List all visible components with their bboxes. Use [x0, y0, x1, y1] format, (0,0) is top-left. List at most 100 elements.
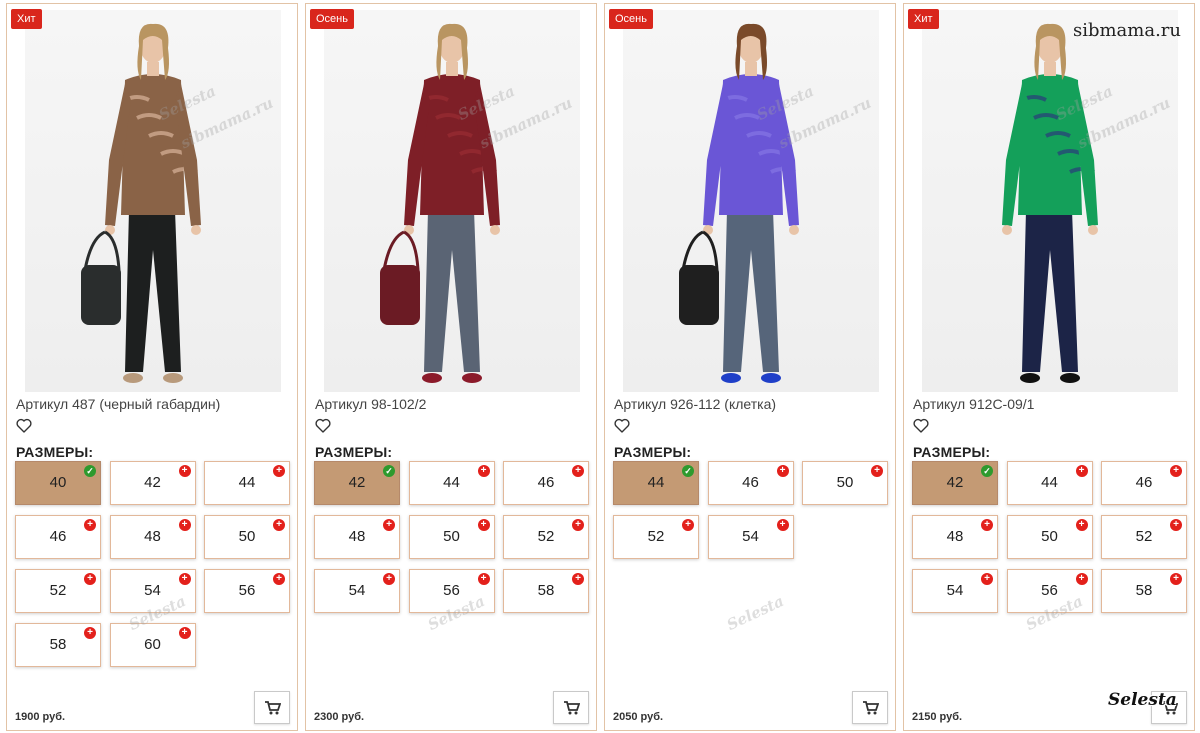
product-photo[interactable] [324, 10, 580, 392]
site-watermark: sibmama.ru [1072, 20, 1181, 41]
heart-outline-icon[interactable] [315, 418, 333, 434]
model-illustration [81, 23, 201, 383]
check-circle-icon: ✓ [981, 465, 993, 477]
plus-circle-icon: + [1170, 519, 1182, 531]
plus-circle-icon: + [1170, 465, 1182, 477]
plus-circle-icon: + [572, 465, 584, 477]
size-option[interactable]: 44 + [1006, 461, 1093, 505]
plus-circle-icon: + [383, 573, 395, 585]
sizes-label: РАЗМЕРЫ: [16, 444, 94, 460]
size-option[interactable]: 50 + [408, 515, 495, 559]
model-illustration [380, 23, 500, 383]
product-title[interactable]: Артикул 926-112 (клетка) [614, 396, 889, 412]
product-photo[interactable] [25, 10, 281, 392]
size-value: 50 [1041, 528, 1058, 545]
sizes-label: РАЗМЕРЫ: [614, 444, 692, 460]
size-value: 60 [144, 636, 161, 653]
size-option[interactable]: 56 + [408, 569, 495, 613]
size-option[interactable]: 58 + [503, 569, 589, 613]
shopping-cart-icon [564, 701, 580, 715]
product-badge: Осень [609, 9, 653, 29]
model-illustration [1002, 23, 1098, 383]
plus-circle-icon: + [178, 627, 191, 639]
size-option[interactable]: 46 + [1101, 461, 1187, 505]
size-value: 46 [1135, 474, 1153, 491]
size-option[interactable]: 54 + [314, 569, 400, 613]
size-option[interactable]: 46 + [503, 461, 589, 505]
size-option[interactable]: 42 + [109, 461, 196, 505]
size-option[interactable]: 48 + [314, 515, 400, 559]
size-option[interactable]: 50 + [204, 515, 290, 559]
size-value: 52 [647, 528, 665, 545]
heart-outline-icon[interactable] [16, 418, 34, 434]
check-circle-icon: ✓ [383, 465, 395, 477]
size-option[interactable]: 54 + [707, 515, 794, 559]
size-value: 48 [144, 528, 161, 545]
product-badge: Хит [11, 9, 42, 29]
size-value: 46 [49, 528, 67, 545]
size-option[interactable]: 50 + [802, 461, 888, 505]
plus-circle-icon: + [273, 519, 285, 531]
product-photo[interactable] [922, 10, 1178, 392]
size-option[interactable]: 50 + [1006, 515, 1093, 559]
size-value: 54 [946, 582, 964, 599]
size-option[interactable]: 60 + [109, 623, 196, 667]
plus-circle-icon: + [477, 519, 490, 531]
size-option[interactable]: 56 + [204, 569, 290, 613]
plus-circle-icon: + [477, 465, 490, 477]
size-option[interactable]: 46 + [15, 515, 101, 559]
add-to-cart-button[interactable] [254, 691, 290, 724]
product-title[interactable]: Артикул 98-102/2 [315, 396, 590, 412]
size-options: 42 ✓ 44 + 46 +48 + 50 +52 + 54 +56 +58 + [314, 461, 594, 681]
check-circle-icon: ✓ [84, 465, 96, 477]
size-option[interactable]: 54 + [109, 569, 196, 613]
add-to-cart-button[interactable] [852, 691, 888, 724]
size-option[interactable]: 42 ✓ [912, 461, 998, 505]
size-option[interactable]: 52 + [503, 515, 589, 559]
plus-circle-icon: + [572, 519, 584, 531]
product-badge: Хит [908, 9, 939, 29]
size-option[interactable]: 44 + [408, 461, 495, 505]
size-option[interactable]: 42 ✓ [314, 461, 400, 505]
size-option[interactable]: 48 + [109, 515, 196, 559]
plus-circle-icon: + [178, 573, 191, 585]
size-value: 52 [1135, 528, 1153, 545]
size-option[interactable]: 58 + [15, 623, 101, 667]
heart-outline-icon[interactable] [913, 418, 931, 434]
product-title[interactable]: Артикул 912С-09/1 [913, 396, 1188, 412]
sizes-label: РАЗМЕРЫ: [315, 444, 393, 460]
size-value: 50 [836, 474, 854, 491]
size-value: 54 [144, 582, 161, 599]
size-option[interactable]: 40 ✓ [15, 461, 101, 505]
size-options: 40 ✓ 42 +44 +46 +48 +50 +52 +54 +56 +58 +60 + [15, 461, 295, 681]
product-price: 2150 руб. [912, 711, 963, 723]
product-photo[interactable] [623, 10, 879, 392]
plus-circle-icon: + [383, 519, 395, 531]
size-option[interactable]: 52 + [1101, 515, 1187, 559]
heart-outline-icon[interactable] [614, 418, 632, 434]
size-value: 50 [443, 528, 460, 545]
product-card: Selesta sibmama.ru Осень Артикул 926-112 (к… [604, 3, 896, 731]
size-option[interactable]: 56 + [1006, 569, 1093, 613]
size-value: 42 [946, 474, 964, 491]
product-title[interactable]: Артикул 487 (черный габардин) [16, 396, 291, 412]
size-option[interactable]: 52 + [15, 569, 101, 613]
size-value: 56 [1041, 582, 1058, 599]
size-option[interactable]: 52 + [613, 515, 699, 559]
product-card: Selesta sibmama.ru Хит Артикул 487 (черный … [6, 3, 298, 731]
size-value: 48 [946, 528, 964, 545]
product-price: 2050 руб. [613, 711, 664, 723]
size-option[interactable]: 58 + [1101, 569, 1187, 613]
product-card: Selesta sibmama.ru Хит Артикул 912С-09/1 РАЗ… [903, 3, 1195, 731]
size-option[interactable]: 46 + [707, 461, 794, 505]
size-option[interactable]: 44 ✓ [613, 461, 699, 505]
size-option[interactable]: 48 + [912, 515, 998, 559]
size-options: 42 ✓ 44 +46 +48 +50 +52 +54 +56 +58 + [912, 461, 1192, 681]
add-to-cart-button[interactable] [553, 691, 589, 724]
size-value: 46 [537, 474, 555, 491]
model-illustration [679, 23, 799, 383]
size-value: 40 [49, 474, 67, 491]
plus-circle-icon: + [1075, 465, 1088, 477]
size-option[interactable]: 54 + [912, 569, 998, 613]
size-option[interactable]: 44 + [204, 461, 290, 505]
